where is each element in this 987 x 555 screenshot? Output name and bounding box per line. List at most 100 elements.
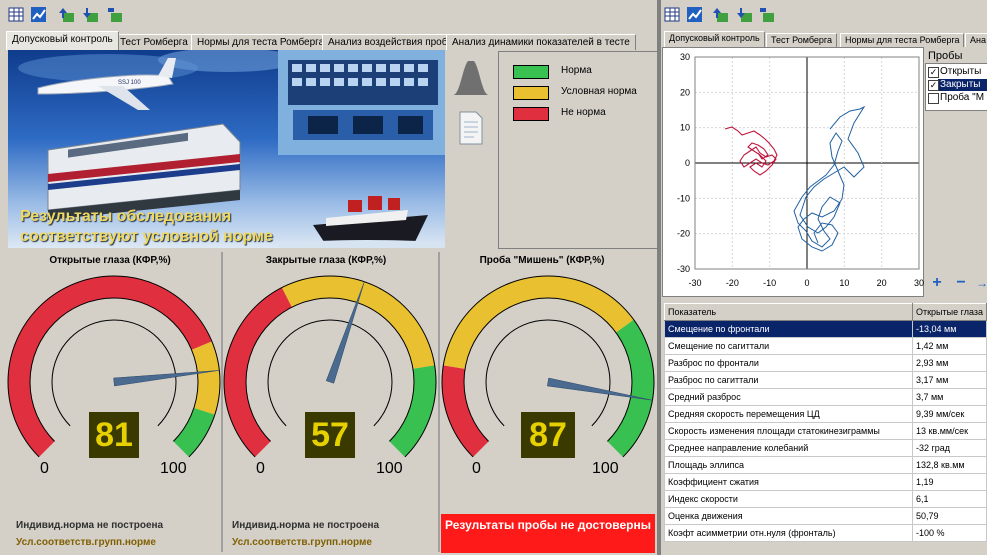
table-cell-parameter: Средний разброс — [664, 388, 913, 406]
table-row[interactable]: Среднее направление колебаний -32 град — [664, 439, 987, 457]
table-row[interactable]: Смещение по фронтали -13,04 мм — [664, 320, 987, 338]
table-row[interactable]: Средний разброс 3,7 мм — [664, 388, 987, 406]
tab-romberg-norms[interactable]: Нормы для теста Ромберга — [191, 34, 331, 50]
table-cell-parameter: Коэфт асимметрии отн.нуля (фронталь) — [664, 524, 913, 542]
chart-trend-icon[interactable] — [30, 6, 47, 23]
table-row[interactable]: Разброс по фронтали 2,93 мм — [664, 354, 987, 372]
legend-label-norm: Норма — [561, 65, 592, 76]
table-header: Показатель Открытые глаза — [664, 303, 987, 321]
print-icon[interactable] — [758, 6, 775, 23]
x-tick-label: 10 — [839, 278, 849, 288]
stabilogram-plot: 30 -30 20 -20 10 -10 0 0 -10 10 -20 20 -30 30 — [677, 52, 924, 288]
probe-label-open[interactable]: Открыты — [940, 66, 981, 77]
x-tick-label: 20 — [877, 278, 887, 288]
table-row[interactable]: Коэфт асимметрии отн.нуля (фронталь) -100… — [664, 524, 987, 542]
gauge-min-open-eyes: 0 — [40, 460, 49, 477]
table-cell-parameter: Оценка движения — [664, 507, 913, 525]
y-tick-label: 30 — [680, 52, 690, 62]
print-icon[interactable] — [106, 6, 123, 23]
table-cell-parameter: Коэффициент сжатия — [664, 473, 913, 491]
zoom-in-button[interactable]: + — [930, 275, 944, 291]
table-cell-parameter: Средняя скорость перемещения ЦД — [664, 405, 913, 423]
gauge-zone-arc — [191, 341, 220, 415]
table-grid-icon[interactable] — [664, 6, 681, 23]
tab-probe-impact[interactable]: Анализ воздействия проб — [322, 34, 454, 50]
probe-checkbox-target[interactable] — [928, 93, 939, 104]
column-header-parameter[interactable]: Показатель — [664, 303, 913, 321]
zoom-out-button[interactable]: − — [954, 275, 968, 291]
table-row[interactable]: Коэффициент сжатия 1,19 — [664, 473, 987, 491]
legend-label-abnormal: Не норма — [561, 107, 606, 118]
probe-checkbox-open[interactable]: ✓ — [928, 67, 939, 78]
gauge-max-closed-eyes: 100 — [376, 460, 403, 477]
table-row[interactable]: Смещение по сагиттали 1,42 мм — [664, 337, 987, 355]
x-tick-label: -20 — [726, 278, 739, 288]
gauge-note2-open-eyes: Усл.соответств.групп.норме — [16, 537, 156, 548]
tab-tolerance-control[interactable]: Допусковый контроль — [6, 31, 119, 50]
table-row[interactable]: Скорость изменения площади статокинезигр… — [664, 422, 987, 440]
import-icon[interactable] — [82, 6, 99, 23]
gauge-min-target: 0 — [472, 460, 481, 477]
table-cell-parameter: Скорость изменения площади статокинезигр… — [664, 422, 913, 440]
table-row[interactable]: Площадь эллипса 132,8 кв.мм — [664, 456, 987, 474]
column-header-open-eyes[interactable]: Открытые глаза — [911, 303, 987, 321]
export-icon[interactable] — [58, 6, 75, 23]
export-icon[interactable] — [712, 6, 729, 23]
probe-checkbox-closed[interactable]: ✓ — [928, 80, 939, 91]
tab-dynamics[interactable]: Анализ динамики показателей в тесте — [446, 34, 636, 50]
tab-romberg-test[interactable]: Тест Ромберга — [114, 34, 194, 50]
gauge-note2-closed-eyes: Усл.соответств.групп.норме — [232, 537, 372, 548]
table-cell-parameter: Индекс скорости — [664, 490, 913, 508]
gauge-note1-open-eyes: Индивид.норма не построена — [16, 520, 164, 531]
table-cell-value: -100 % — [911, 524, 987, 542]
legend-swatch-norm — [513, 65, 549, 79]
y-tick-label: -10 — [677, 193, 690, 203]
result-banner: SSJ 100 Результаты обследования соответс… — [8, 50, 445, 248]
table-row[interactable]: Разброс по сагиттали 3,17 мм — [664, 371, 987, 389]
x-tick-label: 30 — [914, 278, 924, 288]
table-grid-icon[interactable] — [8, 6, 25, 23]
gauge-value-target: 87 — [521, 412, 575, 458]
y-tick-label: -20 — [677, 229, 690, 239]
table-row[interactable]: Оценка движения 50,79 — [664, 507, 987, 525]
gauge-zone-arc — [443, 276, 634, 370]
legend-panel: Норма Условная норма Не норма — [498, 51, 658, 249]
gauge-note1-closed-eyes: Индивид.норма не построена — [232, 520, 380, 531]
tab-romberg-test-right[interactable]: Тест Ромберга — [766, 33, 837, 47]
table-cell-value: 50,79 — [911, 507, 987, 525]
x-tick-label: -10 — [763, 278, 776, 288]
chart-trend-icon[interactable] — [686, 6, 703, 23]
table-cell-value: -32 град — [911, 439, 987, 457]
tab-analysis-right[interactable]: Ана — [965, 33, 987, 47]
arrow-right-icon[interactable]: → — [976, 276, 987, 290]
probe-label-target[interactable]: Проба "М — [940, 92, 984, 103]
table-cell-value: 6,1 — [911, 490, 987, 508]
document-icon[interactable] — [458, 110, 484, 146]
gauge-max-open-eyes: 100 — [160, 460, 187, 477]
x-tick-label: 0 — [804, 278, 809, 288]
probe-label-closed[interactable]: Закрыты — [940, 79, 981, 90]
closed-eyes-trace — [793, 105, 866, 252]
y-tick-label: 0 — [685, 158, 690, 168]
tab-tolerance-control-right[interactable]: Допусковый контроль — [664, 31, 765, 47]
table-row[interactable]: Индекс скорости 6,1 — [664, 490, 987, 508]
gauge-zone-arc — [607, 319, 654, 457]
parameters-table: Показатель Открытые глаза Смещение по фр… — [664, 303, 987, 542]
legend-swatch-conditional — [513, 86, 549, 100]
import-icon[interactable] — [736, 6, 753, 23]
table-cell-value: 3,17 мм — [911, 371, 987, 389]
table-cell-parameter: Смещение по фронтали — [664, 320, 913, 338]
result-text-line2: соответствуют условной норме — [20, 228, 273, 245]
probes-title: Пробы — [928, 50, 963, 62]
table-cell-value: 1,19 — [911, 473, 987, 491]
legend-label-conditional: Условная норма — [561, 86, 637, 97]
result-text-line1: Результаты обследования — [20, 208, 232, 225]
tab-romberg-norms-right[interactable]: Нормы для теста Ромберга — [840, 33, 965, 47]
table-row[interactable]: Средняя скорость перемещения ЦД 9,39 мм/с… — [664, 405, 987, 423]
gauge-value-closed-eyes: 57 — [305, 412, 355, 458]
gauge-zone-arc — [281, 276, 435, 370]
distribution-chart-icon[interactable] — [451, 55, 491, 97]
probe-warning-banner: Результаты пробы не достоверны — [441, 514, 655, 553]
table-cell-value: 1,42 мм — [911, 337, 987, 355]
table-cell-value: -13,04 мм — [911, 320, 987, 338]
